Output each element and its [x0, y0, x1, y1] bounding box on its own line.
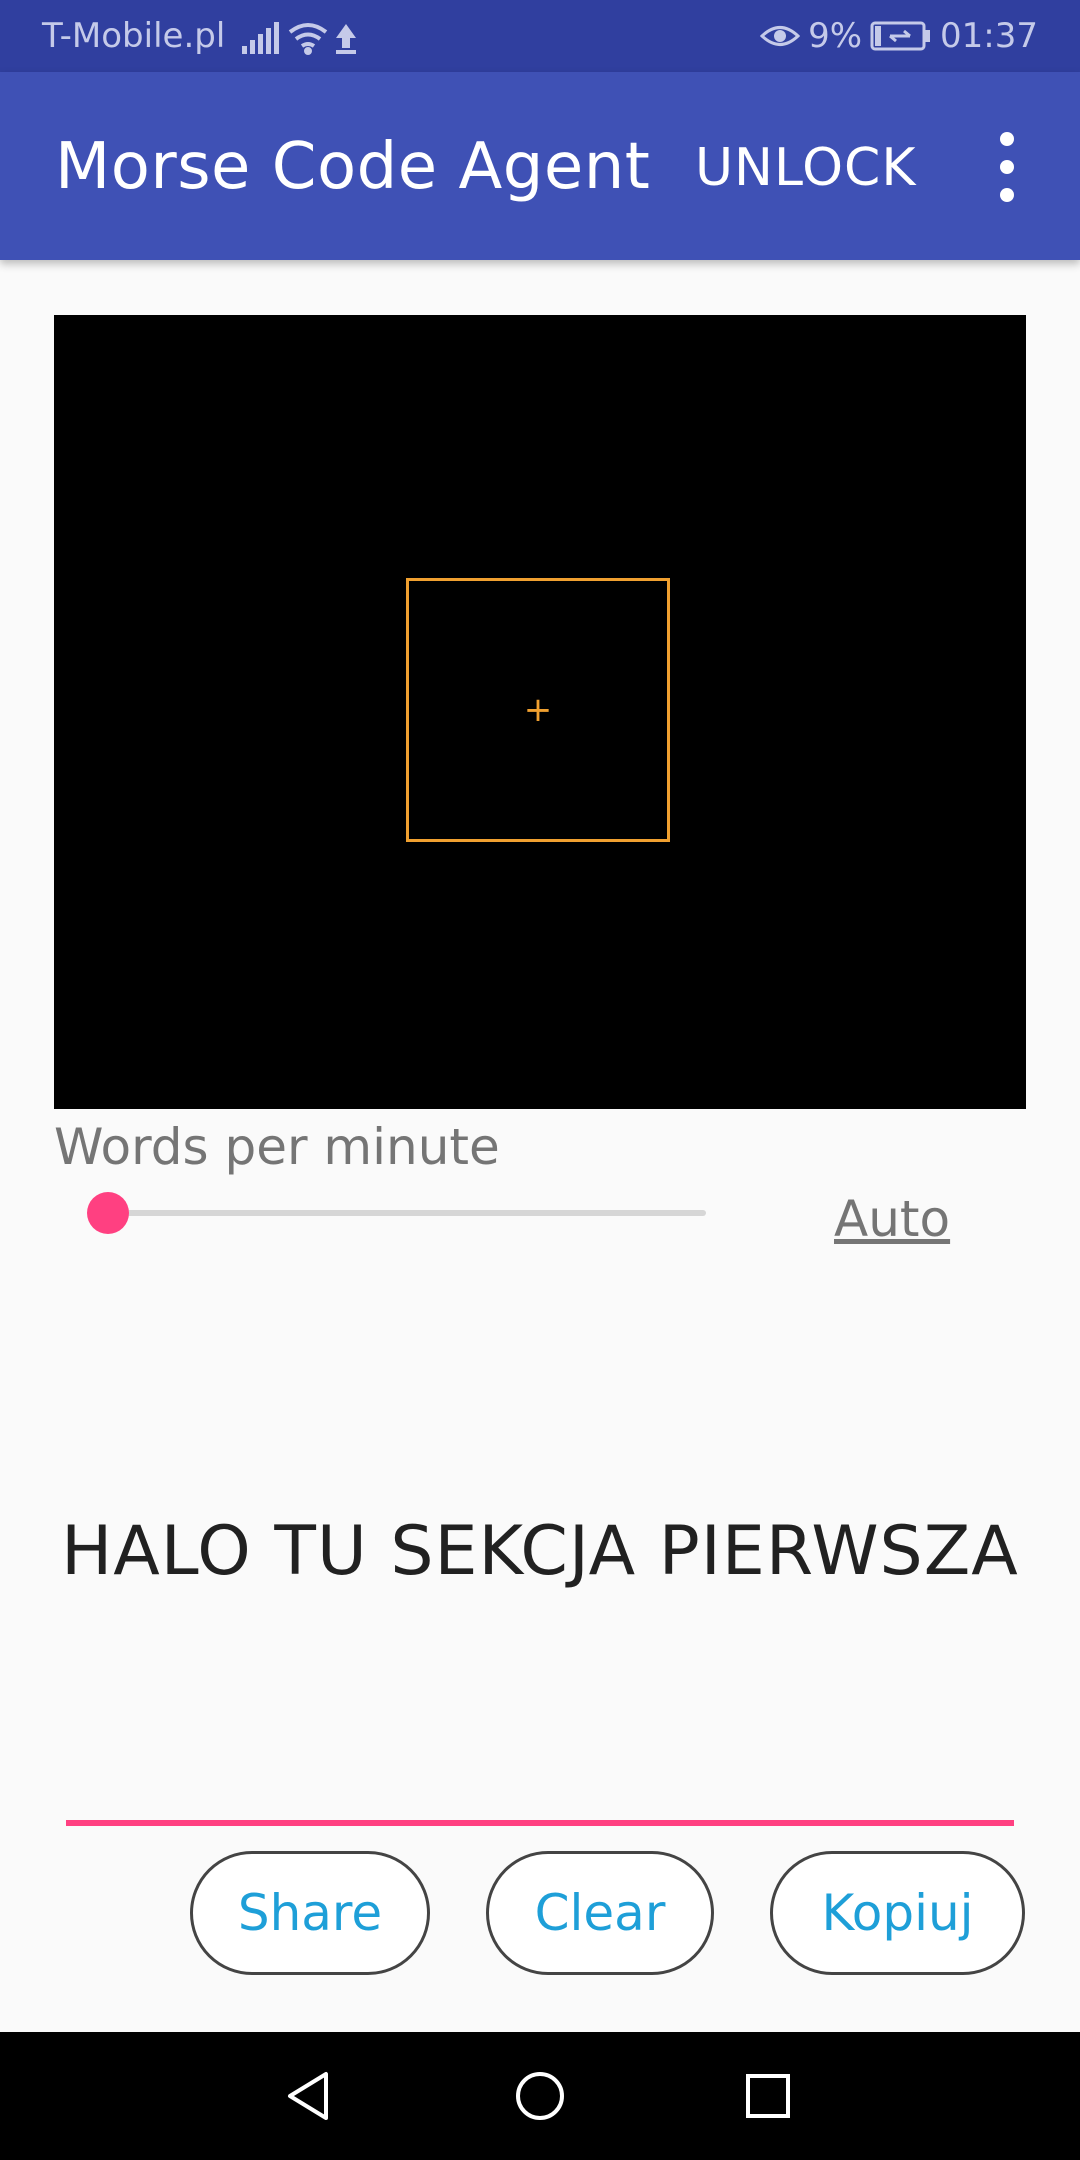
wifi-icon [288, 23, 328, 55]
battery-percent: 9% [808, 16, 863, 56]
wpm-slider[interactable] [86, 1190, 706, 1238]
signal-icon [242, 22, 279, 54]
carrier-name: T-Mobile.pl [42, 16, 226, 56]
status-right: 9% 01:37 [752, 16, 1038, 56]
slider-thumb[interactable] [87, 1192, 129, 1234]
unlock-button[interactable]: UNLOCK [695, 138, 916, 198]
wpm-label: Words per minute [54, 1118, 500, 1176]
share-button[interactable]: Share [190, 1851, 430, 1975]
status-icons-left [242, 22, 356, 55]
overflow-menu-icon[interactable] [990, 132, 1024, 202]
app-title: Morse Code Agent [55, 130, 651, 204]
upload-icon [336, 24, 356, 54]
home-icon[interactable] [510, 2066, 570, 2126]
app-bar: Morse Code Agent UNLOCK [0, 72, 1080, 260]
recent-apps-icon[interactable] [738, 2066, 798, 2126]
copy-button[interactable]: Kopiuj [770, 1851, 1025, 1975]
battery-icon [870, 21, 931, 51]
status-bar: T-Mobile.pl 9% 01:37 [0, 0, 1080, 72]
clear-button[interactable]: Clear [486, 1851, 714, 1975]
back-icon[interactable] [280, 2066, 340, 2126]
slider-track [108, 1210, 706, 1216]
auto-button[interactable]: Auto [834, 1190, 950, 1248]
decoded-text: HALO TU SEKCJA PIERWSZA [61, 1512, 1019, 1591]
camera-preview: + [54, 315, 1026, 1109]
crosshair-icon: + [523, 690, 553, 730]
navigation-bar [0, 2032, 1080, 2160]
text-underline [66, 1820, 1014, 1826]
eye-icon [760, 26, 801, 46]
focus-box: + [406, 578, 670, 842]
clock: 01:37 [940, 16, 1038, 56]
